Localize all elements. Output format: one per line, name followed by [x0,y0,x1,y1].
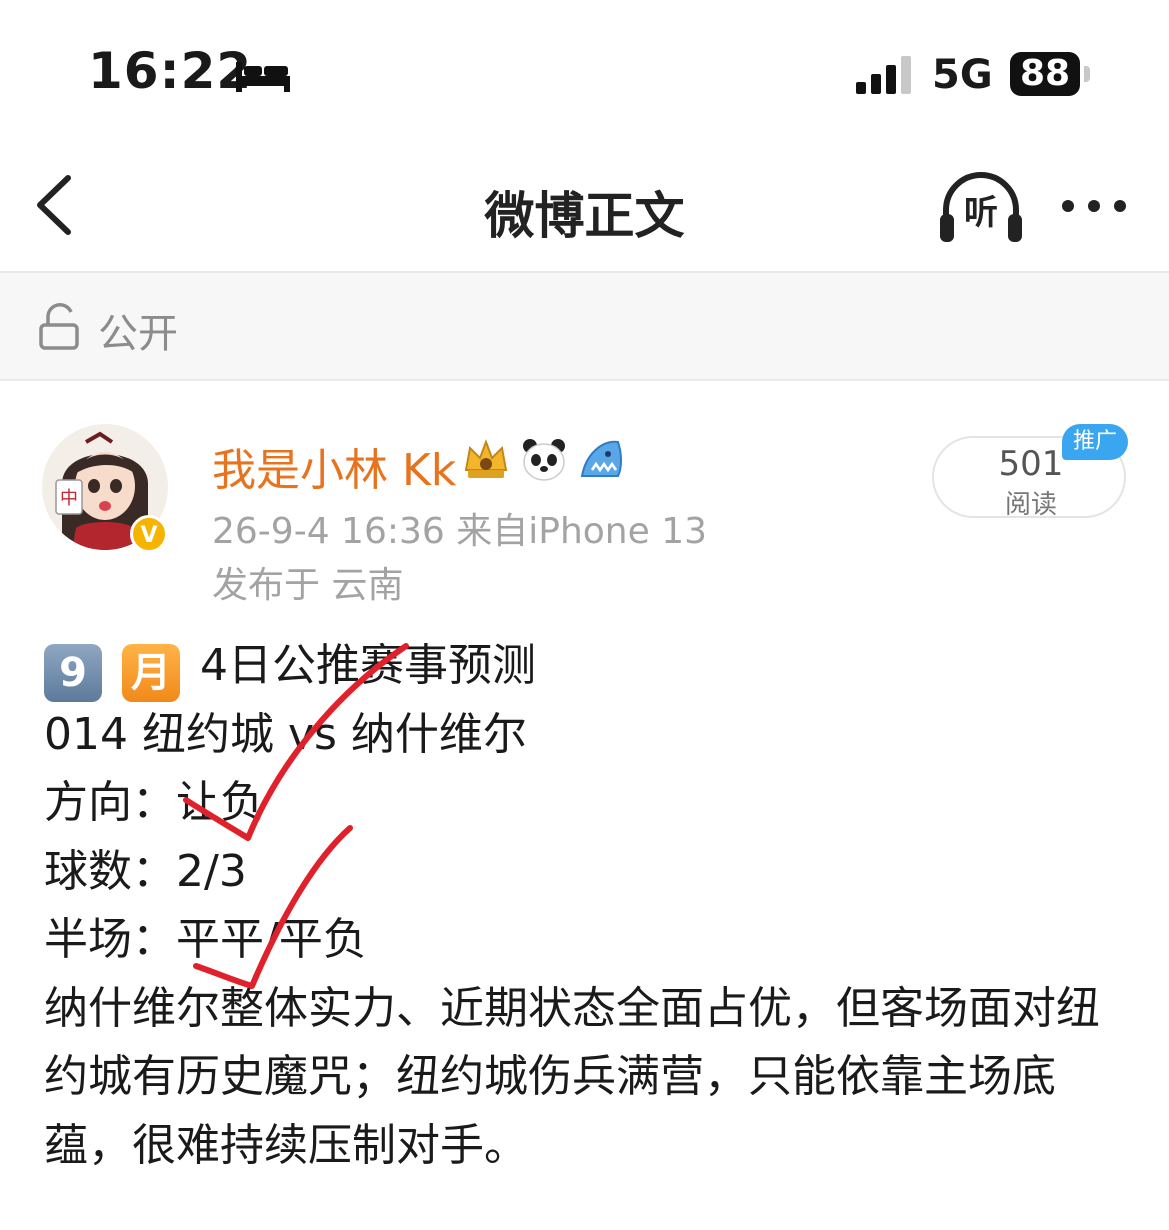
read-label: 阅读 [1004,490,1057,520]
match-line: 014 纽约城 vs 纳什维尔 [44,708,527,760]
goals-line: 球数：2/3 [44,845,247,897]
svg-text:中: 中 [60,488,78,509]
status-bar: 16:22 5G 88 [0,0,1169,140]
author-name[interactable]: 我是小林 Kk [212,434,456,498]
panda-badge-icon[interactable] [520,436,568,482]
visibility-label: 公开 [98,311,178,357]
promo-tag[interactable]: 推广 [1062,424,1128,460]
network-type: 5G [932,52,993,98]
crown-badge-icon[interactable] [462,436,510,482]
nav-bar: 微博正文 听 [0,140,1169,273]
visibility-row[interactable]: 公开 [0,273,1169,381]
listen-audio-icon[interactable]: 听 [938,170,1024,246]
month-emoji: 月 [122,644,180,702]
post-location: 发布于 云南 [212,565,404,606]
direction-line: 方向：让负 [44,777,264,828]
verified-badge: V [130,515,168,553]
post-timestamp-source: 26-9-4 16:36 来自iPhone 13 [212,511,708,552]
analysis-paragraph: 纳什维尔整体实力、近期状态全面占优，但客场面对纽约城有历史魔咒；纽约城伤兵满营，… [44,982,1100,1171]
svg-text:听: 听 [964,193,998,233]
keycap-nine-emoji: 9 [44,644,102,702]
status-time: 16:22 [88,42,253,100]
sleep-focus-icon [236,62,290,92]
shark-badge-icon[interactable] [578,436,626,482]
post-body: 9 月 4日公推赛事预测 014 纽约城 vs 纳什维尔 方向：让负 球数：2/… [44,632,1134,1180]
unlock-icon [39,303,79,350]
halftime-line: 半场：平平/平负 [44,914,367,965]
cellular-signal-icon [856,56,911,94]
post-title: 4日公推赛事预测 [200,640,536,691]
battery-tip [1084,66,1090,82]
battery-level: 88 [1010,52,1080,96]
post-title-line: 9 月 4日公推赛事预测 [44,632,1134,702]
more-options-icon[interactable] [1058,188,1130,224]
author-badges [462,436,626,482]
